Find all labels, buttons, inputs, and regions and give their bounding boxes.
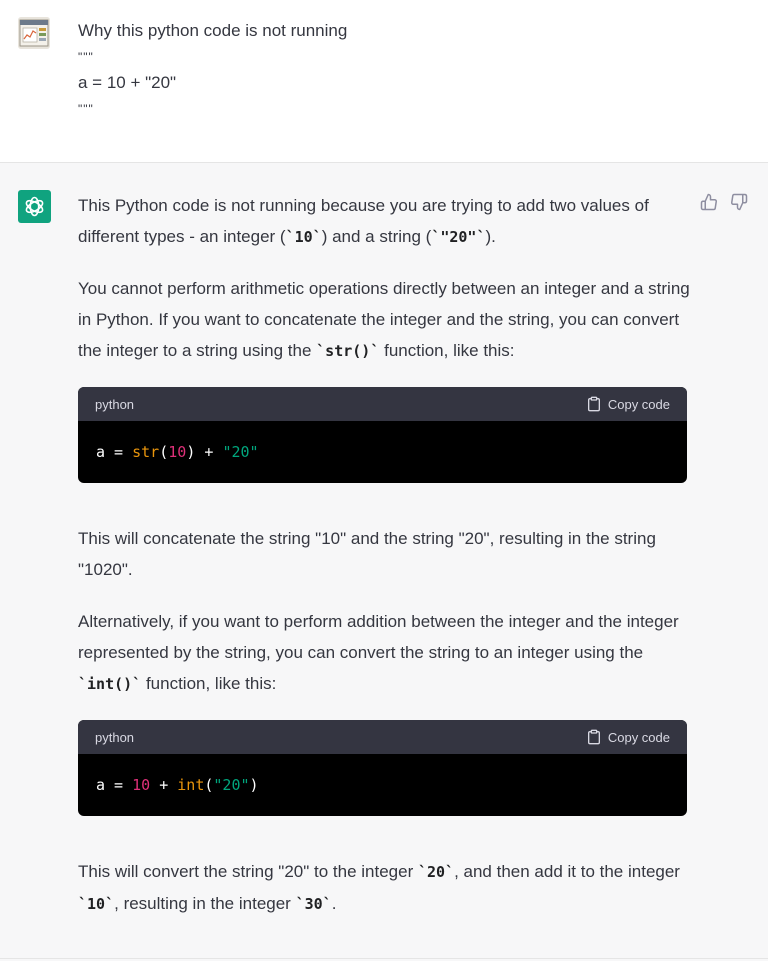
code-token: 10 <box>168 443 187 461</box>
clipboard-icon <box>587 729 600 745</box>
code-token: = <box>105 443 133 461</box>
code-block-header: python Copy code <box>78 720 687 754</box>
code-token: ) <box>249 776 259 794</box>
code-token: "20" <box>222 443 259 461</box>
copy-code-button[interactable]: Copy code <box>586 396 670 412</box>
code-token: str <box>132 443 160 461</box>
code-block: python Copy code a = str(10) + "20" <box>78 387 687 483</box>
inline-code: `"20"` <box>431 228 486 246</box>
code-token: a <box>96 776 106 794</box>
code-block: python Copy code a = 10 + int("20") <box>78 720 687 816</box>
clipboard-icon <box>587 396 600 412</box>
user-line: a = 10 + "20" <box>78 73 177 92</box>
user-line: """ <box>78 102 94 116</box>
text-span: ) and a string ( <box>321 227 432 246</box>
code-token: + <box>195 443 223 461</box>
code-language-label: python <box>95 729 135 745</box>
user-message: Why this python code is not running """ … <box>0 0 768 163</box>
code-token: a <box>96 443 106 461</box>
inline-code: `20` <box>417 863 455 881</box>
code-token: int <box>177 776 205 794</box>
code-block-header: python Copy code <box>78 387 687 421</box>
code-token: "20" <box>213 776 250 794</box>
assistant-paragraph: You cannot perform arithmetic operations… <box>78 273 690 367</box>
code-language-label: python <box>95 396 135 412</box>
user-line: Why this python code is not running <box>78 21 348 40</box>
code-token: ( <box>204 776 214 794</box>
user-line: """ <box>78 50 94 64</box>
divider <box>0 958 768 959</box>
text-span: function, like this: <box>141 674 277 693</box>
inline-code: `10` <box>285 228 322 246</box>
user-avatar <box>18 17 50 49</box>
copy-code-button[interactable]: Copy code <box>586 729 670 745</box>
assistant-paragraph: This will convert the string "20" to the… <box>78 856 690 920</box>
inline-code: `str()` <box>316 342 380 360</box>
code-token: ) <box>186 443 196 461</box>
code-token: ( <box>159 443 169 461</box>
copy-code-label: Copy code <box>607 729 670 745</box>
code-content: a = 10 + int("20") <box>78 754 687 816</box>
openai-logo-icon <box>25 196 44 217</box>
text-span: Alternatively, if you want to perform ad… <box>78 612 679 662</box>
inline-code: `int()` <box>78 675 142 693</box>
thumbs-up-icon[interactable] <box>700 193 718 216</box>
inline-code: `30` <box>295 895 332 913</box>
code-token: = <box>105 776 133 794</box>
code-token: + <box>150 776 178 794</box>
thumbs-down-icon[interactable] <box>730 193 748 216</box>
assistant-message: This Python code is not running because … <box>0 163 768 961</box>
code-token: 10 <box>132 776 151 794</box>
copy-code-label: Copy code <box>607 396 670 412</box>
text-span: ). <box>485 227 496 246</box>
text-span: This will convert the string "20" to the… <box>78 862 418 881</box>
user-message-text: Why this python code is not running """ … <box>78 18 698 122</box>
text-span: , and then add it to the integer <box>454 862 680 881</box>
assistant-avatar <box>18 190 51 223</box>
text-span: function, like this: <box>379 341 515 360</box>
text-span: , resulting in the integer <box>114 894 296 913</box>
inline-code: `10` <box>78 895 115 913</box>
user-avatar-image <box>18 17 50 49</box>
assistant-paragraph: This will concatenate the string "10" an… <box>78 529 656 579</box>
text-span: . <box>331 894 337 913</box>
code-content: a = str(10) + "20" <box>78 421 687 483</box>
assistant-paragraph: This Python code is not running because … <box>78 190 690 253</box>
assistant-paragraph: Alternatively, if you want to perform ad… <box>78 606 690 700</box>
